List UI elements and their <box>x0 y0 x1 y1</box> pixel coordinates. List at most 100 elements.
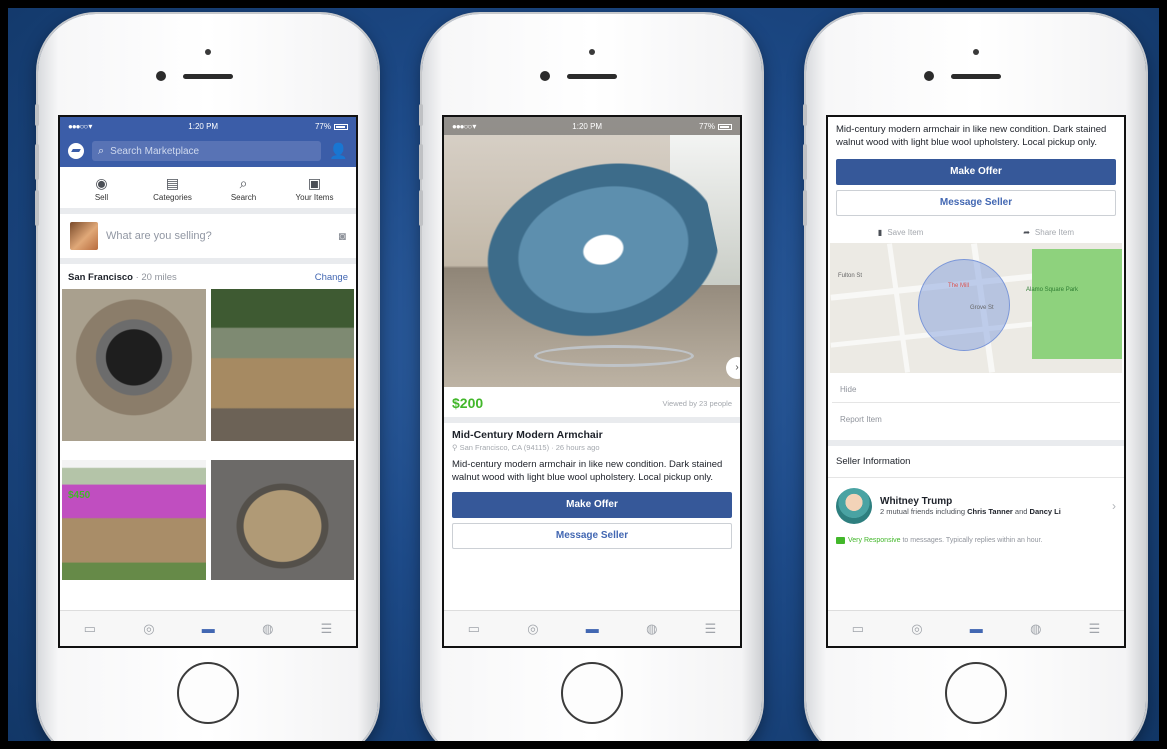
responsiveness-badge: Very Responsive to messages. Typically r… <box>828 534 1124 548</box>
make-offer-button[interactable]: Make Offer <box>836 159 1116 185</box>
tab-menu[interactable]: ☰ <box>705 621 717 637</box>
location-map[interactable]: Fulton St Grove St The Mill Alamo Square… <box>830 243 1122 373</box>
message-seller-button[interactable]: Message Seller <box>836 190 1116 216</box>
map-label-street: Fulton St <box>838 273 863 279</box>
status-time: 1:20 PM <box>572 121 603 131</box>
front-camera <box>156 71 166 81</box>
camera-icon[interactable]: ◙ <box>339 229 346 243</box>
tab-news-feed[interactable]: ▭ <box>852 621 864 637</box>
item-photo[interactable]: › <box>444 117 740 387</box>
view-count: Viewed by 23 people <box>662 398 733 408</box>
hide-item-link[interactable]: Hide <box>832 373 1120 403</box>
phone-mockup-marketplace-feed: ●●●○○ ▾ 1:20 PM 77% ⌕ Search Marketplace… <box>35 14 378 741</box>
earpiece-speaker <box>567 74 617 79</box>
your-items-button[interactable]: ▣ Your Items <box>287 175 343 202</box>
tab-menu[interactable]: ☰ <box>1089 621 1101 637</box>
status-time: 1:20 PM <box>188 121 219 131</box>
search-placeholder: Search Marketplace <box>110 145 200 157</box>
item-description: Mid-century modern armchair in like new … <box>836 124 1107 148</box>
listing-tile[interactable] <box>62 289 206 441</box>
mutual-friends: 2 mutual friends including Chris Tanner … <box>880 506 1061 516</box>
tab-menu[interactable]: ☰ <box>321 621 333 637</box>
sell-button[interactable]: ◉ Sell <box>74 175 130 202</box>
volume-down-button <box>803 190 807 226</box>
make-offer-button[interactable]: Make Offer <box>452 492 732 518</box>
tab-bar: ▭ ◎ ▬ ◍ ☰ <box>828 610 1124 646</box>
tab-notifications[interactable]: ◍ <box>1030 621 1041 637</box>
tab-notifications[interactable]: ◍ <box>646 621 657 637</box>
battery-icon <box>718 123 732 130</box>
tab-marketplace[interactable]: ▬ <box>970 621 983 636</box>
save-share-row: ▮ Save Item ➦ Share Item <box>828 216 1124 243</box>
item-price: $200 <box>452 395 484 411</box>
volume-up-button <box>803 144 807 180</box>
proximity-sensor <box>973 49 979 55</box>
front-camera <box>924 71 934 81</box>
sell-composer[interactable]: What are you selling? ◙ <box>60 214 356 264</box>
message-seller-button[interactable]: Message Seller <box>452 523 732 549</box>
volume-up-button <box>35 144 39 180</box>
search-input[interactable]: ⌕ Search Marketplace <box>92 141 322 161</box>
search-button[interactable]: ⌕ Search <box>216 175 272 202</box>
marketing-background: ●●●○○ ▾ 1:20 PM 77% ⌕ Search Marketplace… <box>8 8 1159 741</box>
friends-icon[interactable]: 👤 <box>329 142 348 160</box>
battery-indicator: 77% <box>699 122 732 131</box>
seller-info-heading: Seller Information <box>828 446 1124 478</box>
battery-icon <box>334 123 348 130</box>
share-item-button[interactable]: ➦ Share Item <box>1023 228 1074 237</box>
earpiece-speaker <box>951 74 1001 79</box>
listing-tile[interactable] <box>210 289 354 441</box>
bag-icon: ▤ <box>165 175 180 191</box>
item-title: Mid-Century Modern Armchair <box>452 429 603 441</box>
screen-feed: ●●●○○ ▾ 1:20 PM 77% ⌕ Search Marketplace… <box>58 115 358 648</box>
report-item-link[interactable]: Report Item <box>832 403 1120 432</box>
tab-news-feed[interactable]: ▭ <box>468 621 480 637</box>
tab-bar: ▭ ◎ ▬ ◍ ☰ <box>444 610 740 646</box>
signal-icon: ●●●○○ ▾ <box>452 121 476 131</box>
inbox-icon: ▣ <box>307 175 322 191</box>
tab-news-feed[interactable]: ▭ <box>84 621 96 637</box>
listing-tile[interactable] <box>210 460 354 580</box>
screen-seller-info: Mid-century modern armchair in like new … <box>826 115 1126 648</box>
camera-icon: ◉ <box>95 175 108 191</box>
location-pin-icon: ⚲ <box>452 443 460 452</box>
tab-watch[interactable]: ◎ <box>527 621 538 637</box>
seller-name: Whitney Trump <box>880 495 953 507</box>
home-button <box>177 662 239 724</box>
next-photo-icon[interactable]: › <box>726 357 740 379</box>
seller-details: Whitney Trump 2 mutual friends including… <box>880 496 1061 517</box>
map-label-park: Alamo Square Park <box>1026 287 1079 293</box>
map-road <box>886 243 911 373</box>
pickup-radius <box>918 259 1010 351</box>
search-icon: ⌕ <box>239 175 248 191</box>
mute-switch <box>35 104 39 126</box>
listing-price: $450 <box>68 490 91 501</box>
earpiece-speaker <box>183 74 233 79</box>
bookmark-icon: ▮ <box>877 228 883 237</box>
tab-marketplace[interactable]: ▬ <box>586 621 599 636</box>
location-label: San Francisco · 20 miles <box>68 272 177 283</box>
map-label-poi: The Mill <box>948 283 970 289</box>
signal-icon: ●●●○○ ▾ <box>68 121 92 131</box>
categories-button[interactable]: ▤ Categories <box>145 175 201 202</box>
price-row: $200 Viewed by 23 people <box>444 387 740 423</box>
map-label-street: Grove St <box>970 305 994 311</box>
chevron-right-icon: › <box>1112 499 1116 513</box>
change-location-link[interactable]: Change <box>315 272 348 283</box>
listing-tile[interactable] <box>62 460 206 580</box>
tab-marketplace[interactable]: ▬ <box>202 621 215 636</box>
volume-down-button <box>419 190 423 226</box>
mute-switch <box>803 104 807 126</box>
tab-watch[interactable]: ◎ <box>143 621 154 637</box>
seller-profile-row[interactable]: Whitney Trump 2 mutual friends including… <box>828 478 1124 534</box>
tab-watch[interactable]: ◎ <box>911 621 922 637</box>
tab-bar: ▭ ◎ ▬ ◍ ☰ <box>60 610 356 646</box>
save-item-button[interactable]: ▮ Save Item <box>878 228 923 237</box>
share-arrow-icon: ➦ <box>1023 228 1030 237</box>
messenger-icon[interactable] <box>68 143 84 159</box>
listing-grid <box>60 289 356 580</box>
item-location: ⚲ San Francisco, CA (94115) · 26 hours a… <box>452 443 600 452</box>
seller-avatar <box>836 488 872 524</box>
quick-actions: ◉ Sell ▤ Categories ⌕ Search ▣ Your Item… <box>60 167 356 214</box>
tab-notifications[interactable]: ◍ <box>262 621 273 637</box>
